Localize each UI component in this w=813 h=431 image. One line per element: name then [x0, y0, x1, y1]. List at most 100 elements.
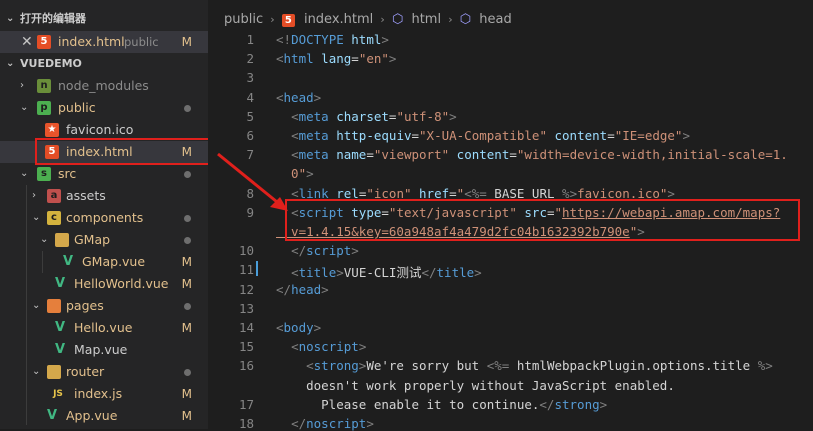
code-token: DOCTYPE — [291, 32, 344, 47]
modified-badge: M — [181, 255, 192, 269]
tree-item-favicon[interactable]: ★ favicon.ico — [0, 119, 208, 141]
code-token: href — [419, 185, 450, 201]
tree-item-app-vue[interactable]: V App.vue M — [0, 405, 208, 427]
code-token: lang — [321, 51, 352, 67]
breadcrumb-folder[interactable]: public — [224, 9, 263, 31]
code-token: < — [291, 265, 299, 281]
tree-item-index-html[interactable]: 5 index.html M — [0, 141, 208, 163]
code-token: We're sorry but — [366, 358, 487, 374]
code-line: doesn't work properly without JavaScript… — [276, 378, 675, 393]
tree-item-assets[interactable]: › a assets — [0, 185, 208, 207]
vue-icon: V — [46, 408, 58, 423]
code-token: = — [381, 204, 389, 220]
open-editor-file-name: index.html — [58, 34, 125, 49]
code-token: > — [682, 128, 690, 143]
line-number: 15 — [238, 339, 254, 355]
code-token: rel — [336, 185, 359, 201]
code-token: name — [336, 147, 367, 163]
code-line: <script type="text/javascript" src="http… — [276, 205, 780, 220]
code-token: head — [283, 89, 314, 105]
chevron-right-icon: › — [380, 13, 385, 26]
chevron-down-icon: ⌄ — [32, 300, 41, 311]
code-token: </ — [539, 396, 555, 412]
tree-item-pages[interactable]: ⌄ pages — [0, 295, 208, 317]
folder-src-icon: s — [37, 167, 51, 181]
explorer-sidebar: ⌄ 打开的编辑器 ✕ 5 index.html public M ⌄ VUEDE… — [0, 0, 208, 429]
code-token: < — [306, 358, 314, 374]
vue-icon: V — [54, 276, 66, 291]
code-token: script — [306, 243, 352, 259]
tree-item-components[interactable]: ⌄ c components — [0, 207, 208, 229]
tree-item-label: favicon.ico — [66, 122, 134, 137]
tree-item-public[interactable]: ⌄ p public — [0, 97, 208, 119]
code-token: charset — [336, 108, 389, 124]
code-token: content — [554, 128, 608, 143]
code-token: src — [524, 204, 547, 220]
chevron-down-icon: ⌄ — [6, 13, 15, 24]
tree-item-label: index.html — [66, 144, 133, 159]
code-token: > — [306, 166, 314, 182]
code-token: content — [456, 147, 510, 163]
code-token: Please enable it to continue. — [276, 396, 540, 412]
breadcrumb-file[interactable]: index.html — [304, 9, 373, 31]
line-number: 5 — [246, 108, 254, 124]
chevron-right-icon: › — [270, 13, 275, 26]
modified-badge: M — [181, 277, 192, 291]
code-line: <link rel="icon" href="<%= BASE_URL %>fa… — [276, 186, 675, 201]
code-token: VUE-CLI测试 — [343, 265, 422, 281]
tree-item-index-js[interactable]: JS index.js M — [0, 383, 208, 405]
line-number: 16 — [238, 358, 254, 374]
code-line: </head> — [276, 282, 329, 297]
code-line: <html lang="en"> — [276, 51, 396, 66]
html5-icon: 5 — [281, 13, 295, 27]
tree-item-src[interactable]: ⌄ s src — [0, 163, 208, 185]
tree-item-label: assets — [66, 188, 106, 203]
tree-item-hello-vue[interactable]: V Hello.vue M — [0, 317, 208, 339]
line-number: 1 — [246, 32, 254, 47]
modified-dot — [184, 105, 191, 112]
code-token: > — [381, 32, 389, 47]
open-editors-header[interactable]: ⌄ 打开的编辑器 — [0, 8, 208, 30]
html5-icon: 5 — [45, 145, 59, 159]
code-line: <title>VUE-CLI测试</title> — [276, 262, 482, 281]
code-line: <head> — [276, 90, 321, 105]
tree-item-gmap-folder[interactable]: ⌄ GMap — [0, 229, 208, 251]
code-line: <body> — [276, 320, 321, 335]
tree-item-gmap-vue[interactable]: V GMap.vue M — [0, 251, 208, 273]
tree-item-label: index.js — [74, 386, 123, 401]
code-token: > — [313, 320, 322, 335]
code-token: strong — [554, 396, 600, 412]
line-number: 14 — [238, 320, 254, 335]
modified-badge: M — [181, 409, 192, 423]
tree-item-helloworld-vue[interactable]: V HelloWorld.vue M — [0, 273, 208, 295]
tree-item-map-vue[interactable]: V Map.vue — [0, 339, 208, 361]
open-editor-item-index-html[interactable]: ✕ 5 index.html public M — [0, 31, 208, 53]
vue-icon: V — [62, 254, 74, 269]
close-icon[interactable]: ✕ — [21, 31, 33, 53]
code-line: Please enable it to continue.</strong> — [276, 397, 607, 412]
tree-item-router[interactable]: ⌄ router — [0, 361, 208, 383]
line-number: 13 — [238, 300, 254, 316]
line-number: 2 — [246, 51, 254, 67]
tree-item-label: HelloWorld.vue — [74, 276, 169, 291]
star-icon: ★ — [45, 123, 59, 137]
code-token: http-equiv — [336, 128, 412, 143]
code-token: title — [298, 265, 337, 281]
element-icon: ⬡ — [459, 12, 472, 27]
breadcrumb-node-html[interactable]: html — [411, 9, 441, 31]
code-token: "text/javascript" — [388, 204, 517, 220]
line-number: 3 — [246, 70, 254, 86]
code-token: = — [449, 185, 457, 201]
code-line: <meta http-equiv="X-UA-Compatible" conte… — [276, 128, 690, 143]
project-header[interactable]: ⌄ VUEDEMO — [0, 53, 208, 75]
tree-item-node-modules[interactable]: › n node_modules — [0, 75, 208, 97]
code-token: < — [276, 320, 284, 335]
breadcrumb-node-head[interactable]: head — [479, 9, 511, 31]
code-editor[interactable]: 1 <!DOCTYPE html> 2 <html lang="en"> 3 4 <head… — [208, 30, 813, 431]
gutter-change-marker — [256, 261, 258, 276]
chevron-down-icon: ⌄ — [6, 58, 15, 69]
code-token: "en" — [358, 51, 389, 67]
folder-components-icon: c — [47, 211, 61, 225]
